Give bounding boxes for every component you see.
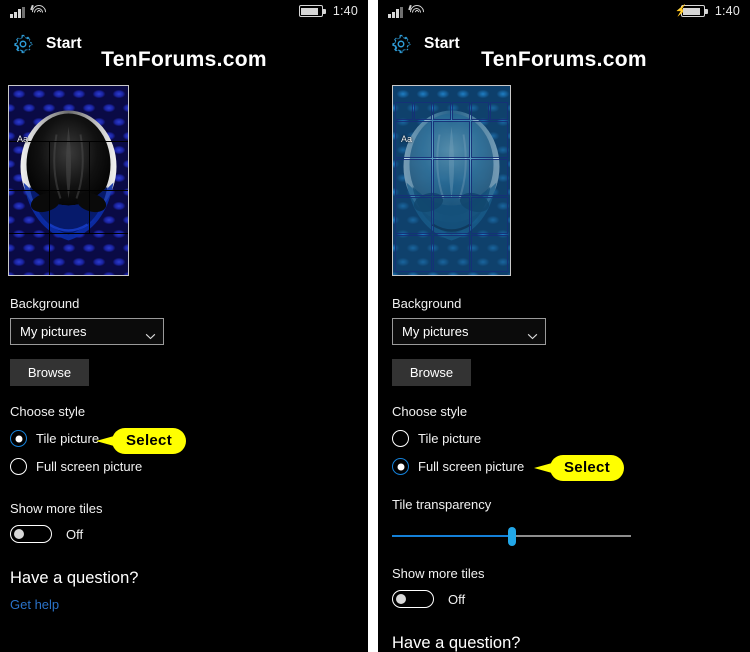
cellular-signal-icon (388, 5, 403, 18)
radio-tile-picture[interactable]: Tile picture (10, 430, 368, 447)
gear-icon (390, 33, 412, 55)
radio-tile-picture-label: Tile picture (36, 431, 100, 446)
slider-fill (392, 535, 512, 537)
background-label: Background (10, 296, 80, 311)
preview-tile-grid (393, 86, 510, 275)
chevron-down-icon (145, 328, 156, 340)
show-more-tiles-toggle[interactable] (392, 590, 434, 608)
page-header: Start (0, 26, 368, 62)
radio-full-screen-picture-label: Full screen picture (36, 459, 143, 474)
show-more-tiles-label: Show more tiles (392, 566, 485, 581)
status-clock: 1:40 (332, 4, 358, 18)
callout-tail-icon (534, 463, 552, 473)
chevron-down-icon (527, 328, 538, 340)
slider-thumb[interactable] (507, 527, 516, 546)
status-bar-left (388, 2, 427, 22)
radio-full-screen-picture-label: Full screen picture (418, 459, 525, 474)
screenshot-stage: 1:40 Start TenForums.com Aa Background M… (0, 0, 750, 652)
choose-style-label: Choose style (10, 404, 86, 419)
have-a-question-heading: Have a question? (392, 634, 521, 652)
radio-tile-picture[interactable]: Tile picture (392, 430, 750, 447)
gear-icon (12, 33, 34, 55)
radio-button-selected-icon (10, 430, 27, 447)
browse-button[interactable]: Browse (392, 359, 471, 386)
battery-charging-icon: ⚡ (675, 5, 708, 17)
show-more-tiles-row: Off (10, 525, 368, 543)
show-more-tiles-value: Off (448, 591, 466, 607)
radio-button-icon (392, 430, 409, 447)
preview-tile-grid (9, 86, 128, 275)
select-callout-label: Select (550, 455, 624, 481)
header-title: Start (424, 35, 460, 52)
show-more-tiles-toggle[interactable] (10, 525, 52, 543)
page-header: Start (378, 26, 750, 62)
choose-style-label: Choose style (392, 404, 468, 419)
select-callout-label: Select (112, 428, 186, 454)
right-phone-screen: ⚡ 1:40 Start TenForums.com Aa Background… (378, 0, 750, 652)
status-bar: ⚡ 1:40 (378, 0, 750, 26)
show-more-tiles-label: Show more tiles (10, 501, 103, 516)
tile-transparency-label: Tile transparency (392, 497, 492, 512)
callout-tail-icon (96, 436, 114, 446)
background-dropdown-value: My pictures (402, 324, 469, 339)
select-callout-right: Select (534, 455, 624, 481)
radio-button-icon (10, 458, 27, 475)
background-dropdown-value: My pictures (20, 324, 87, 339)
wifi-icon (28, 2, 49, 22)
wifi-icon (406, 2, 427, 22)
show-more-tiles-value: Off (66, 526, 84, 542)
start-preview-tile-picture[interactable]: Aa (8, 85, 129, 276)
tile-transparency-slider[interactable] (392, 527, 631, 546)
status-clock: 1:40 (714, 4, 740, 18)
header-title: Start (46, 35, 82, 52)
cellular-signal-icon (10, 5, 25, 18)
preview-tile-text: Aa (17, 134, 29, 144)
browse-button[interactable]: Browse (10, 359, 89, 386)
preview-tile-text: Aa (401, 134, 413, 144)
left-phone-screen: 1:40 Start TenForums.com Aa Background M… (0, 0, 368, 652)
radio-tile-picture-label: Tile picture (418, 431, 482, 446)
status-bar-right: 1:40 (298, 4, 358, 18)
get-help-link[interactable]: Get help (10, 597, 59, 612)
radio-button-selected-icon (392, 458, 409, 475)
status-bar-left (10, 2, 49, 22)
background-dropdown[interactable]: My pictures (392, 318, 546, 345)
battery-icon (298, 5, 326, 17)
select-callout-left: Select (96, 428, 186, 454)
start-preview-full-screen-picture[interactable]: Aa (392, 85, 511, 276)
radio-full-screen-picture[interactable]: Full screen picture (10, 458, 368, 475)
background-dropdown[interactable]: My pictures (10, 318, 164, 345)
have-a-question-heading: Have a question? (10, 569, 139, 587)
status-bar-right: ⚡ 1:40 (675, 4, 740, 18)
show-more-tiles-row: Off (392, 590, 750, 608)
status-bar: 1:40 (0, 0, 368, 26)
background-label: Background (392, 296, 462, 311)
